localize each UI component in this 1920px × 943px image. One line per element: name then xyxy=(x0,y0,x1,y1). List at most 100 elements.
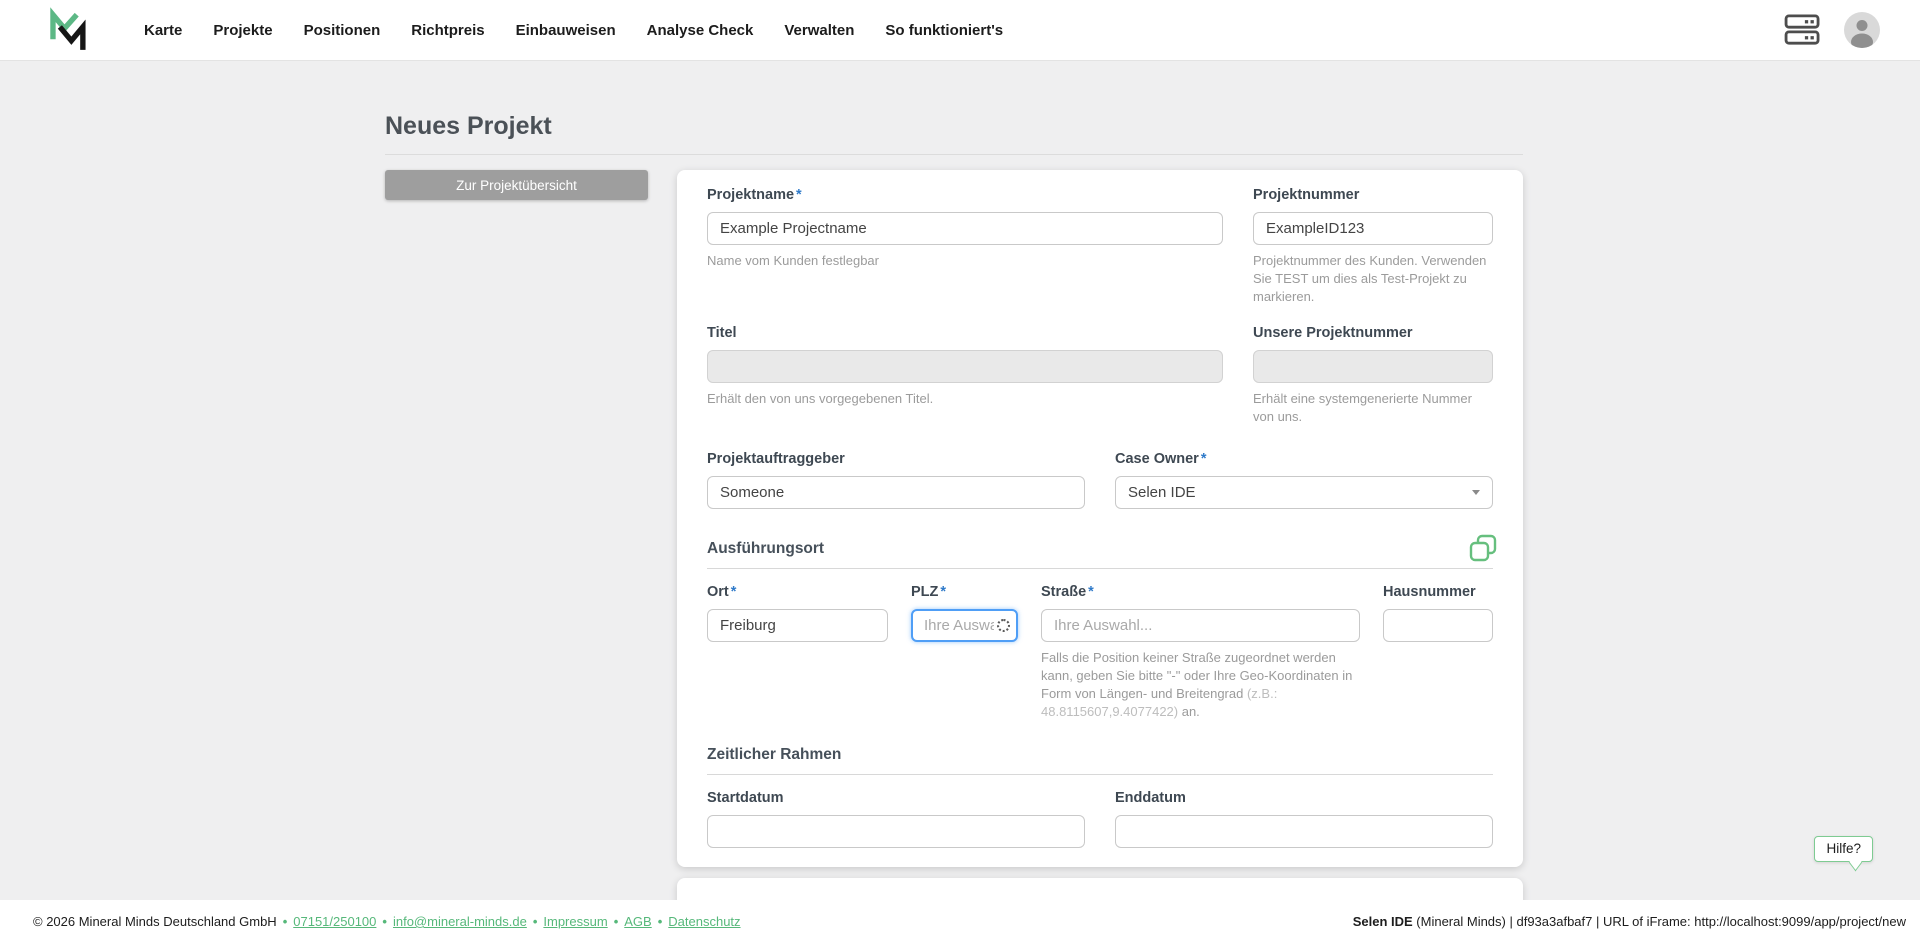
footer-link-agb[interactable]: AGB xyxy=(624,914,651,929)
server-icon[interactable] xyxy=(1784,14,1822,46)
footer-bullet: • xyxy=(657,914,663,929)
strasse-helper: Falls die Position keiner Straße zugeord… xyxy=(1041,649,1360,721)
field-titel: Titel Erhält den von uns vorgegebenen Ti… xyxy=(707,324,1223,426)
nav-item-karte[interactable]: Karte xyxy=(144,0,182,61)
hausnummer-label: Hausnummer xyxy=(1383,584,1476,600)
field-hausnummer: Hausnummer xyxy=(1383,583,1493,721)
session-info: Selen IDE (Mineral Minds) | df93a3afbaf7… xyxy=(1353,914,1906,929)
zeitlicher-rahmen-title: Zeitlicher Rahmen xyxy=(707,746,842,763)
ausfuehrungsort-divider xyxy=(707,568,1493,569)
unsere-projektnummer-input xyxy=(1253,350,1493,383)
titel-label: Titel xyxy=(707,325,737,341)
ort-input[interactable] xyxy=(707,609,888,642)
unsere-projektnummer-helper: Erhält eine systemgenerierte Nummer von … xyxy=(1253,391,1472,424)
ort-label: Ort * xyxy=(707,583,888,602)
ort-label-text: Ort xyxy=(707,584,729,600)
field-projektnummer: Projektnummer Projektnummer des Kunden. … xyxy=(1253,186,1493,306)
plz-label-text: PLZ xyxy=(911,584,939,600)
row-titel-unsere-projektnummer: Titel Erhält den von uns vorgegebenen Ti… xyxy=(707,324,1493,426)
nav-item-positionen[interactable]: Positionen xyxy=(304,0,381,61)
required-asterisk: * xyxy=(796,187,802,203)
titel-input xyxy=(707,350,1223,383)
loading-spinner-icon xyxy=(997,619,1010,632)
footer-link-datenschutz[interactable]: Datenschutz xyxy=(668,914,740,929)
nav-right-controls xyxy=(1784,12,1880,48)
row-location: Ort* PLZ* Straße* Falls die Position kei… xyxy=(707,583,1493,721)
hausnummer-input[interactable] xyxy=(1383,609,1493,642)
field-plz: PLZ * xyxy=(911,583,1018,721)
projektauftraggeber-label: Projektauftraggeber xyxy=(707,451,845,467)
projektauftraggeber-input[interactable] xyxy=(707,476,1085,509)
field-projektauftraggeber: Projektauftraggeber xyxy=(707,450,1085,509)
chevron-down-icon xyxy=(1472,490,1480,495)
nav-item-so-funktionierts[interactable]: So funktioniert's xyxy=(885,0,1003,61)
top-navigation: Karte Projekte Positionen Richtpreis Ein… xyxy=(0,0,1920,61)
footer-link-email[interactable]: info@mineral-minds.de xyxy=(393,914,527,929)
footer-bullet: • xyxy=(532,914,538,929)
plz-input-wrapper xyxy=(911,609,1018,642)
case-owner-selected-value: Selen IDE xyxy=(1128,484,1196,501)
title-divider xyxy=(385,154,1523,155)
required-asterisk: * xyxy=(1200,451,1207,467)
help-bubble-tail xyxy=(1848,853,1863,872)
section-zeitlicher-rahmen: Zeitlicher Rahmen xyxy=(707,745,1493,775)
field-ort: Ort * xyxy=(707,583,888,721)
required-asterisk: * xyxy=(940,584,947,600)
row-auftraggeber-caseowner: Projektauftraggeber Case Owner* Selen ID… xyxy=(707,450,1493,509)
session-user: Selen IDE xyxy=(1352,914,1413,929)
logo-m-icon xyxy=(50,7,86,50)
footer-bullet: • xyxy=(282,914,288,929)
nav-item-verwalten[interactable]: Verwalten xyxy=(784,0,854,61)
page-title: Neues Projekt xyxy=(385,112,552,140)
field-startdatum: Startdatum xyxy=(707,789,1085,848)
case-owner-label-text: Case Owner xyxy=(1115,451,1199,467)
footer-link-phone[interactable]: 07151/250100 xyxy=(293,914,376,929)
copyright-text: © 2026 Mineral Minds Deutschland GmbH xyxy=(33,914,277,929)
footer: © 2026 Mineral Minds Deutschland GmbH • … xyxy=(0,900,1920,943)
mineral-minds-logo[interactable] xyxy=(40,4,92,56)
projektnummer-label: Projektnummer xyxy=(1253,187,1360,203)
nav-item-einbauweisen[interactable]: Einbauweisen xyxy=(516,0,616,61)
strasse-label: Straße * xyxy=(1041,583,1360,602)
back-to-projects-button[interactable]: Zur Projektübersicht xyxy=(385,170,648,200)
field-enddatum: Enddatum xyxy=(1115,789,1493,848)
titel-helper: Erhält den von uns vorgegebenen Titel. xyxy=(707,391,934,406)
enddatum-label: Enddatum xyxy=(1115,790,1186,806)
nav-item-analyse-check[interactable]: Analyse Check xyxy=(647,0,754,61)
footer-left: © 2026 Mineral Minds Deutschland GmbH • … xyxy=(33,914,741,929)
projektnummer-input[interactable] xyxy=(1253,212,1493,245)
case-owner-label: Case Owner * xyxy=(1115,450,1493,469)
nav-item-richtpreis[interactable]: Richtpreis xyxy=(411,0,484,61)
field-strasse: Straße* Falls die Position keiner Straße… xyxy=(1041,583,1360,721)
case-owner-select[interactable]: Selen IDE xyxy=(1115,476,1493,509)
section-ausfuehrungsort: Ausführungsort xyxy=(707,534,1497,569)
field-projektname: Projektname* Name vom Kunden festlegbar xyxy=(707,186,1223,306)
help-button[interactable]: Hilfe? xyxy=(1814,836,1873,872)
user-avatar[interactable] xyxy=(1844,12,1880,48)
nav-item-projekte[interactable]: Projekte xyxy=(213,0,272,61)
startdatum-label: Startdatum xyxy=(707,790,784,806)
strasse-helper-suffix: an. xyxy=(1178,704,1200,719)
strasse-helper-main: Falls die Position keiner Straße zugeord… xyxy=(1041,650,1353,701)
projektname-label-text: Projektname xyxy=(707,187,795,203)
required-asterisk: * xyxy=(730,584,737,600)
main-menu: Karte Projekte Positionen Richtpreis Ein… xyxy=(144,0,1003,61)
projektname-input[interactable] xyxy=(707,212,1223,245)
strasse-input[interactable] xyxy=(1041,609,1360,642)
session-details: (Mineral Minds) | df93a3afbaf7 | URL of … xyxy=(1412,914,1906,929)
startdatum-input[interactable] xyxy=(707,815,1085,848)
footer-bullet: • xyxy=(613,914,619,929)
row-projektname-projektnummer: Projektname* Name vom Kunden festlegbar … xyxy=(707,186,1493,306)
footer-link-impressum[interactable]: Impressum xyxy=(543,914,607,929)
strasse-label-text: Straße xyxy=(1041,584,1087,600)
enddatum-input[interactable] xyxy=(1115,815,1493,848)
footer-bullet: • xyxy=(382,914,387,929)
field-case-owner: Case Owner * Selen IDE xyxy=(1115,450,1493,509)
projektname-helper: Name vom Kunden festlegbar xyxy=(707,253,879,268)
projektnummer-helper: Projektnummer des Kunden. Verwenden Sie … xyxy=(1253,253,1487,304)
field-unsere-projektnummer: Unsere Projektnummer Erhält eine systemg… xyxy=(1253,324,1493,426)
projektname-label: Projektname * xyxy=(707,186,1223,205)
copy-location-button[interactable] xyxy=(1465,531,1501,570)
unsere-projektnummer-label: Unsere Projektnummer xyxy=(1253,325,1413,341)
person-icon xyxy=(1851,20,1873,48)
